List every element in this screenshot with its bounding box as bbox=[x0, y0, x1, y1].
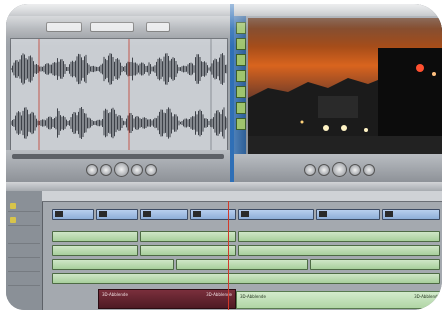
tool-roll[interactable] bbox=[236, 70, 246, 82]
timeline-playhead[interactable] bbox=[228, 201, 229, 310]
clip-thumbnail bbox=[241, 211, 249, 217]
audio-waveform-area[interactable] bbox=[10, 38, 228, 152]
track-header-a2[interactable] bbox=[8, 247, 40, 258]
street-scene-image bbox=[248, 18, 442, 154]
viewer-transport bbox=[6, 150, 230, 182]
tool-zoom[interactable] bbox=[236, 118, 246, 130]
tool-slip[interactable] bbox=[236, 86, 246, 98]
clip-thumbnail bbox=[319, 211, 327, 217]
prev-edit-button[interactable] bbox=[86, 164, 98, 176]
video-clip[interactable] bbox=[52, 209, 94, 220]
audio-clip[interactable] bbox=[52, 231, 138, 242]
timeline-tab-bar bbox=[6, 182, 442, 191]
video-clip[interactable] bbox=[190, 209, 236, 220]
video-clip[interactable] bbox=[316, 209, 380, 220]
canvas-transport bbox=[234, 154, 442, 182]
video-clip[interactable] bbox=[140, 209, 188, 220]
audio-clip[interactable] bbox=[52, 259, 174, 270]
video-clip[interactable] bbox=[238, 209, 314, 220]
green-clip-right-label: 3D-Abblende bbox=[414, 294, 440, 299]
canvas-play-in-out-button[interactable] bbox=[318, 164, 330, 176]
canvas-next-edit-button[interactable] bbox=[363, 164, 375, 176]
transition-clip[interactable]: 3D-Abblende 3D-Abblende bbox=[98, 289, 236, 309]
track-header-a1[interactable] bbox=[8, 233, 40, 244]
track-header-v1[interactable] bbox=[8, 215, 40, 226]
clip-thumbnail bbox=[385, 211, 393, 217]
tool-track-select[interactable] bbox=[236, 54, 246, 66]
canvas-video-frame[interactable] bbox=[248, 18, 442, 154]
audio-clip[interactable] bbox=[238, 231, 440, 242]
track-lock-icon[interactable] bbox=[10, 203, 16, 209]
view-popup[interactable] bbox=[90, 22, 134, 32]
audio-clip[interactable] bbox=[238, 245, 440, 256]
play-around-button[interactable] bbox=[131, 164, 143, 176]
canvas-play-around-button[interactable] bbox=[349, 164, 361, 176]
clip-thumbnail bbox=[143, 211, 151, 217]
waveform-svg bbox=[11, 39, 227, 151]
clip-thumbnail bbox=[55, 211, 63, 217]
video-clip[interactable] bbox=[382, 209, 440, 220]
audio-clip[interactable] bbox=[140, 231, 236, 242]
red-clip-left-label: 3D-Abblende bbox=[102, 292, 128, 297]
tool-select[interactable] bbox=[236, 22, 246, 34]
track-headers bbox=[6, 191, 43, 310]
waveforms bbox=[11, 53, 227, 139]
audio-waveform bbox=[11, 53, 227, 85]
play-in-out-button[interactable] bbox=[100, 164, 112, 176]
canvas-window bbox=[234, 4, 442, 182]
zoom-popup[interactable] bbox=[46, 22, 82, 32]
timecode-field[interactable] bbox=[146, 22, 170, 32]
clip-thumbnail bbox=[193, 211, 201, 217]
tool-razor[interactable] bbox=[236, 102, 246, 114]
clip-thumbnail bbox=[99, 211, 107, 217]
canvas-title-bar bbox=[234, 4, 442, 16]
tool-edit-select[interactable] bbox=[236, 38, 246, 50]
viewer-scrubber[interactable] bbox=[12, 154, 224, 159]
audio-clip[interactable] bbox=[176, 259, 308, 270]
audio-clip[interactable] bbox=[310, 259, 440, 270]
audio-clip[interactable] bbox=[52, 273, 440, 284]
next-edit-button[interactable] bbox=[145, 164, 157, 176]
screenshot-frame: 3D-Abblende 3D-Abblende 3D-Abblende 3D-A… bbox=[6, 4, 442, 310]
audio-clip[interactable] bbox=[140, 245, 236, 256]
viewer-toolbar bbox=[6, 16, 230, 38]
audio-waveform bbox=[11, 107, 227, 139]
track-header-a4[interactable] bbox=[8, 275, 40, 286]
viewer-window bbox=[6, 4, 230, 182]
play-button[interactable] bbox=[114, 162, 129, 177]
tool-palette bbox=[234, 16, 246, 156]
track-header-a3[interactable] bbox=[8, 261, 40, 272]
viewer-title-bar bbox=[6, 4, 230, 16]
green-clip-left-label: 3D-Abblende bbox=[240, 294, 266, 299]
track-lock-icon[interactable] bbox=[10, 217, 16, 223]
canvas-prev-edit-button[interactable] bbox=[304, 164, 316, 176]
audio-clip[interactable] bbox=[52, 245, 138, 256]
canvas-play-button[interactable] bbox=[332, 162, 347, 177]
timeline-window: 3D-Abblende 3D-Abblende 3D-Abblende 3D-A… bbox=[6, 182, 442, 310]
track-header-v2[interactable] bbox=[8, 201, 40, 212]
video-clip[interactable] bbox=[96, 209, 138, 220]
timeline-tracks: 3D-Abblende 3D-Abblende 3D-Abblende 3D-A… bbox=[42, 201, 442, 310]
audio-transition-clip[interactable]: 3D-Abblende 3D-Abblende bbox=[236, 291, 442, 309]
